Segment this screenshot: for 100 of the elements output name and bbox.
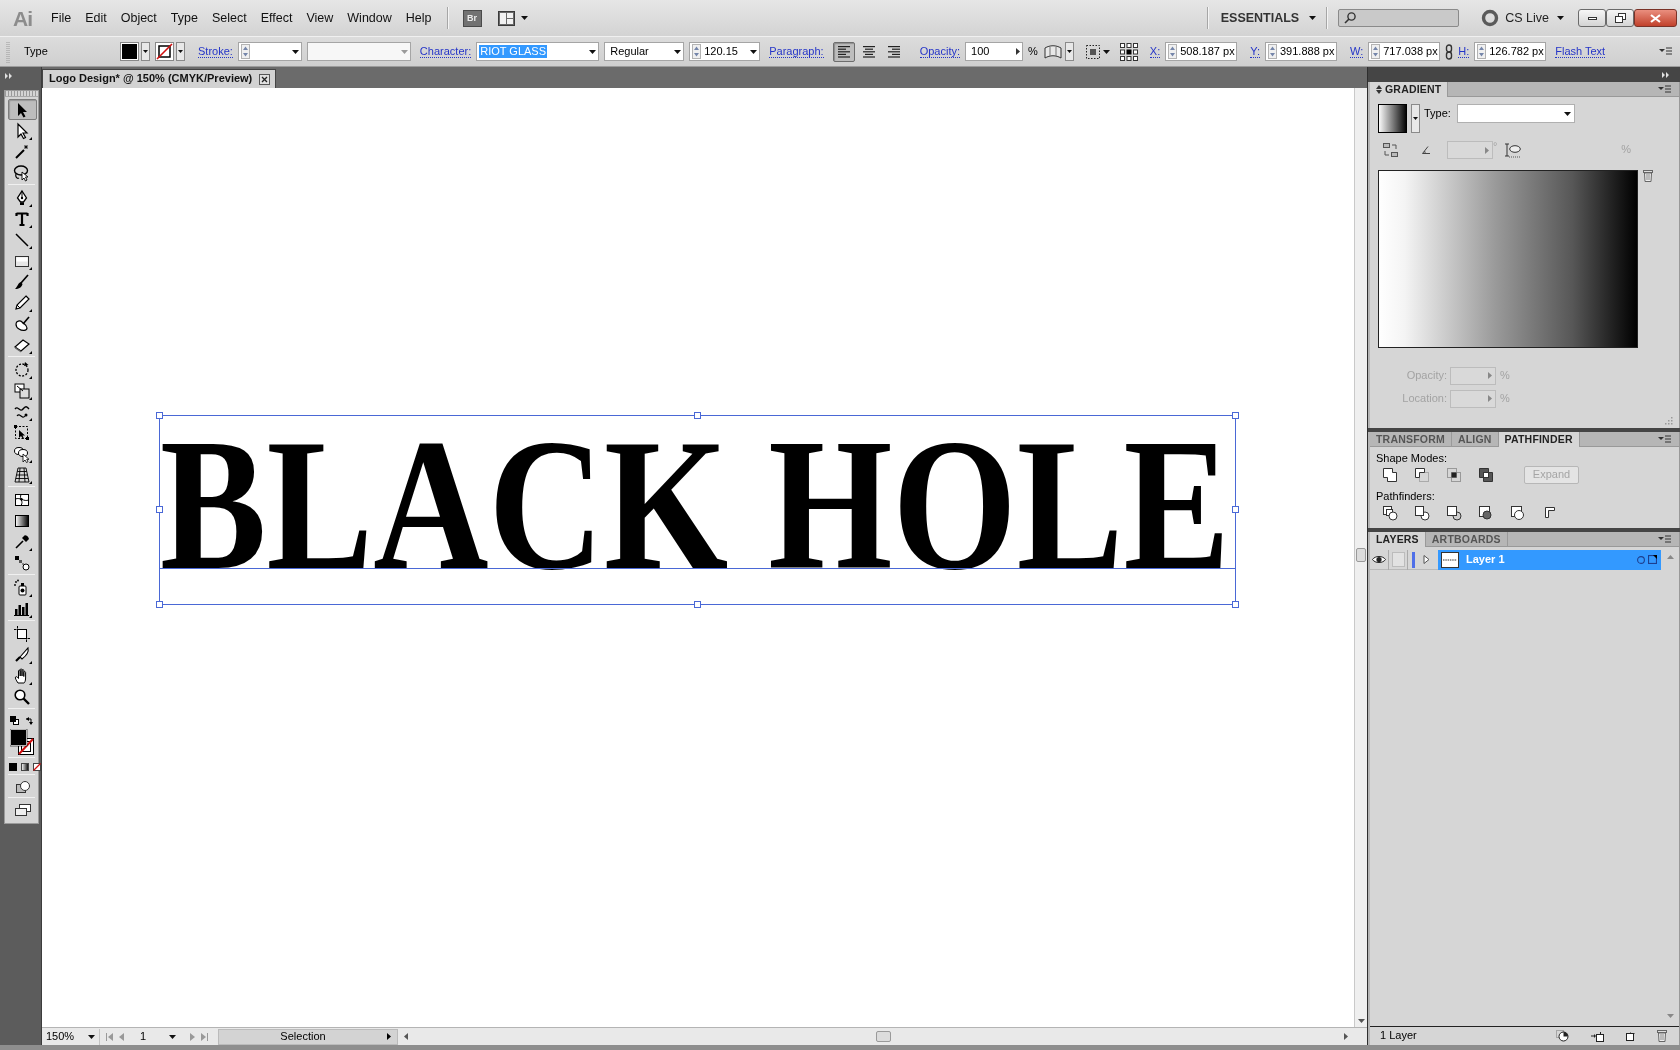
fill-stroke-icon[interactable] — [10, 729, 34, 755]
trash-icon[interactable] — [1657, 1030, 1667, 1042]
clipping-mask-icon[interactable] — [1556, 1030, 1569, 1042]
menu-item[interactable]: Type — [163, 7, 205, 29]
eye-icon[interactable] — [1372, 555, 1386, 564]
exclude-icon[interactable] — [1478, 467, 1494, 483]
envelope-button[interactable] — [1042, 42, 1074, 61]
resize-handle[interactable] — [693, 412, 701, 419]
character-panel-link[interactable]: Character: — [419, 45, 472, 58]
panel-menu-icon[interactable] — [1658, 434, 1671, 444]
transform-label-link[interactable]: Y: — [1250, 45, 1260, 58]
reverse-gradient-icon[interactable] — [1383, 142, 1398, 158]
menu-item[interactable]: Window — [340, 7, 399, 29]
artboard-number-field[interactable]: 1 — [134, 1028, 180, 1045]
default-colors-icon[interactable] — [10, 715, 19, 725]
panel-tab[interactable]: GRADIENT — [1370, 81, 1449, 97]
transform-value-field[interactable]: 126.782 px — [1474, 42, 1547, 61]
stroke-weight-field[interactable] — [237, 42, 302, 61]
zoom-level-field[interactable]: 150% — [42, 1028, 100, 1045]
scroll-down-arrow-icon[interactable] — [1358, 1019, 1365, 1023]
transform-value-field[interactable]: 508.187 px — [1165, 42, 1238, 61]
workspace-switcher[interactable]: ESSENTIALS — [1220, 10, 1317, 26]
minus-back-icon[interactable] — [1542, 505, 1558, 521]
gradient-mode-icon[interactable] — [21, 762, 29, 771]
menu-item[interactable]: Edit — [78, 7, 114, 29]
draw-mode-icon[interactable] — [14, 779, 31, 794]
panel-tab[interactable]: ALIGN — [1451, 431, 1499, 447]
search-field[interactable] — [1338, 9, 1460, 27]
paragraph-panel-link[interactable]: Paragraph: — [769, 45, 824, 58]
panel-menu-icon[interactable] — [1658, 84, 1671, 94]
resize-handle[interactable] — [693, 601, 701, 608]
collapsed-triangle-icon[interactable] — [1423, 555, 1430, 564]
panel-tab[interactable]: PATHFINDER — [1498, 431, 1580, 447]
lock-toggle[interactable] — [1391, 552, 1405, 567]
unite-icon[interactable] — [1382, 467, 1398, 483]
panel-menu-icon[interactable] — [1658, 534, 1671, 544]
transform-label-link[interactable]: W: — [1350, 45, 1364, 58]
recolor-button[interactable] — [1084, 43, 1110, 60]
outline-icon[interactable] — [1510, 505, 1526, 521]
crop-icon[interactable] — [1478, 505, 1494, 521]
divide-icon[interactable] — [1382, 505, 1398, 521]
font-style-field[interactable]: Regular — [604, 42, 685, 61]
minimize-button[interactable] — [1578, 9, 1606, 27]
intersect-icon[interactable] — [1446, 467, 1462, 483]
font-size-field[interactable]: 120.15 — [689, 42, 761, 61]
cs-live-button[interactable]: CS Live — [1505, 10, 1564, 26]
new-layer-icon[interactable] — [1626, 1031, 1635, 1041]
angle-field[interactable] — [1447, 141, 1493, 159]
bridge-button[interactable]: Br — [462, 9, 482, 27]
resize-handle[interactable] — [1232, 412, 1239, 419]
menu-item[interactable]: Select — [204, 7, 254, 29]
minus-front-icon[interactable] — [1414, 467, 1430, 483]
panel-tab[interactable]: ARTBOARDS — [1425, 531, 1508, 547]
flash-text-link[interactable]: Flash Text — [1555, 45, 1606, 58]
transform-value-field[interactable]: 391.888 px — [1265, 42, 1337, 61]
gradient-type-field[interactable] — [1456, 104, 1575, 123]
transform-label-link[interactable]: X: — [1149, 45, 1161, 58]
ring-icon[interactable] — [1481, 9, 1500, 27]
menu-item[interactable]: Effect — [253, 7, 300, 29]
menu-item[interactable]: View — [299, 7, 341, 29]
opacity-field[interactable]: 100 — [965, 42, 1023, 61]
scroll-thumb[interactable] — [1356, 548, 1366, 562]
status-display[interactable]: Selection — [218, 1028, 398, 1045]
gradient-swatch-icon[interactable] — [1378, 104, 1407, 133]
resize-handle[interactable] — [156, 412, 163, 419]
color-mode-icon[interactable] — [9, 762, 17, 771]
double-arrow-icon[interactable] — [5, 73, 13, 79]
chain-link-icon[interactable] — [1445, 43, 1454, 60]
new-sublayer-icon[interactable] — [1591, 1030, 1604, 1042]
none-mode-icon[interactable] — [33, 762, 41, 771]
reference-point-icon[interactable] — [1118, 41, 1139, 62]
double-arrow-icon[interactable] — [1662, 71, 1670, 78]
restore-button[interactable] — [1606, 9, 1634, 27]
close-button[interactable] — [1634, 9, 1677, 27]
scroll-right-arrow-icon[interactable] — [1344, 1033, 1348, 1040]
resize-handle[interactable] — [156, 601, 163, 608]
gradient-ramp[interactable] — [1378, 170, 1638, 348]
opacity-panel-link[interactable]: Opacity: — [919, 45, 960, 58]
target-circle-icon[interactable] — [1637, 555, 1645, 564]
artwork-text[interactable]: BLACK HOLE — [160, 411, 1230, 599]
scroll-left-arrow-icon[interactable] — [404, 1033, 408, 1040]
menu-item[interactable]: Help — [398, 7, 439, 29]
selection-tool-button[interactable] — [8, 99, 37, 120]
merge-icon[interactable] — [1446, 505, 1462, 521]
panel-tab[interactable]: LAYERS — [1370, 531, 1426, 547]
trim-icon[interactable] — [1414, 505, 1430, 521]
stroke-color-button[interactable] — [155, 42, 185, 61]
resize-handle[interactable] — [156, 506, 163, 513]
stroke-panel-link[interactable]: Stroke: — [198, 45, 233, 58]
panel-tab[interactable]: TRANSFORM — [1370, 431, 1452, 447]
screen-mode-icon[interactable] — [14, 803, 31, 816]
resize-grip-icon[interactable] — [1664, 416, 1673, 425]
fill-color-button[interactable] — [120, 42, 150, 61]
menu-item[interactable]: File — [44, 7, 79, 29]
transform-label-link[interactable]: H: — [1458, 45, 1470, 58]
panel-menu-icon[interactable] — [1659, 47, 1672, 56]
scroll-thumb[interactable] — [876, 1030, 891, 1042]
align-left-button[interactable] — [832, 41, 855, 62]
aspect-ratio-icon[interactable] — [1505, 142, 1522, 158]
document-tab[interactable]: Logo Design* @ 150% (CMYK/Preview) — [42, 69, 277, 88]
